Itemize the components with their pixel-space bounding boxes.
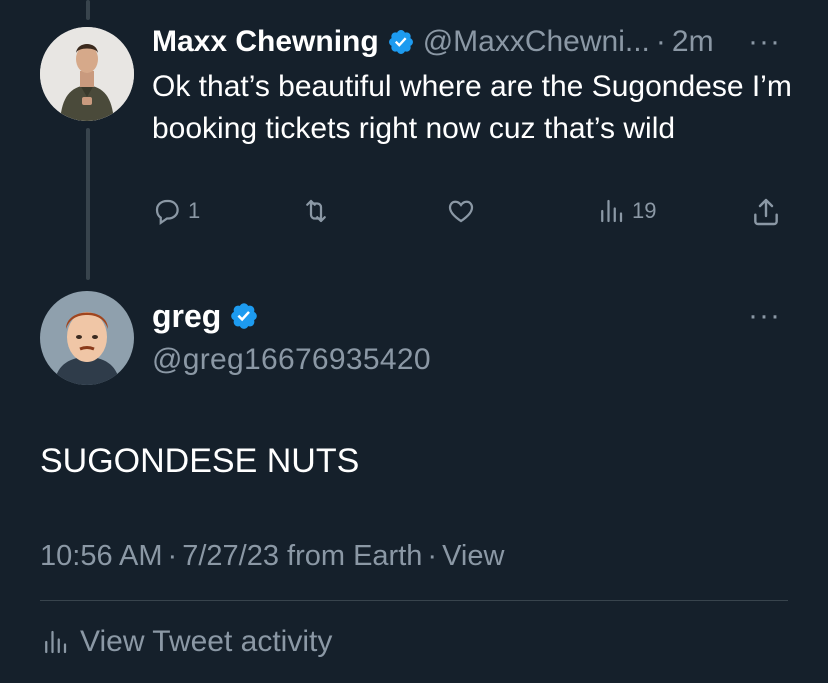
author-name[interactable]: greg — [152, 296, 221, 336]
action-bar: 1 19 — [152, 196, 792, 244]
author-handle[interactable]: @MaxxChewni... — [423, 24, 650, 60]
verified-badge-icon — [229, 301, 259, 331]
avatar[interactable] — [40, 27, 134, 121]
reply-icon — [155, 199, 179, 226]
timestamp[interactable]: 2m — [672, 24, 714, 60]
more-options-icon[interactable]: ··· — [748, 298, 781, 334]
author-handle[interactable]: @greg16676935420 — [152, 340, 431, 380]
activity-label: View Tweet activity — [80, 625, 333, 658]
analytics-icon — [601, 199, 623, 223]
reply-button[interactable]: 1 — [152, 196, 200, 226]
reply-header: Maxx Chewning @MaxxChewni... · 2m — [152, 24, 812, 60]
tweet-time[interactable]: 10:56 AM — [40, 540, 163, 572]
views-count: 19 — [632, 198, 657, 223]
views-button[interactable]: 19 — [596, 196, 656, 226]
retweet-icon — [306, 199, 326, 223]
tweet-meta: 10:56 AM · 7/27/23 from Earth · View — [40, 536, 504, 576]
heart-icon — [448, 200, 474, 223]
tweet-source: from Earth — [287, 540, 423, 572]
like-button[interactable] — [445, 196, 483, 226]
avatar[interactable] — [40, 291, 134, 385]
separator-dot: · — [655, 25, 666, 58]
more-options-icon[interactable]: ··· — [748, 24, 781, 60]
view-tweet-activity-link[interactable]: View Tweet activity — [40, 622, 332, 662]
views-label: View — [442, 540, 505, 572]
tweet-header: greg @greg16676935420 — [152, 296, 431, 380]
separator-dot: · — [427, 540, 438, 572]
thread-line-top — [86, 0, 90, 20]
author-name[interactable]: Maxx Chewning — [152, 24, 379, 60]
retweet-button[interactable] — [300, 196, 338, 226]
divider — [40, 600, 788, 601]
thread-line — [86, 128, 90, 280]
separator-dot: · — [167, 540, 178, 572]
share-icon — [754, 198, 778, 226]
share-button[interactable] — [750, 196, 782, 228]
reply-text: Ok that’s beautiful where are the Sugond… — [152, 70, 792, 145]
reply-count: 1 — [188, 198, 201, 223]
tweet-text: SUGONDESE NUTS — [40, 442, 360, 480]
analytics-icon — [45, 630, 67, 654]
verified-badge-icon — [387, 28, 415, 56]
tweet-date[interactable]: 7/27/23 — [182, 540, 279, 572]
